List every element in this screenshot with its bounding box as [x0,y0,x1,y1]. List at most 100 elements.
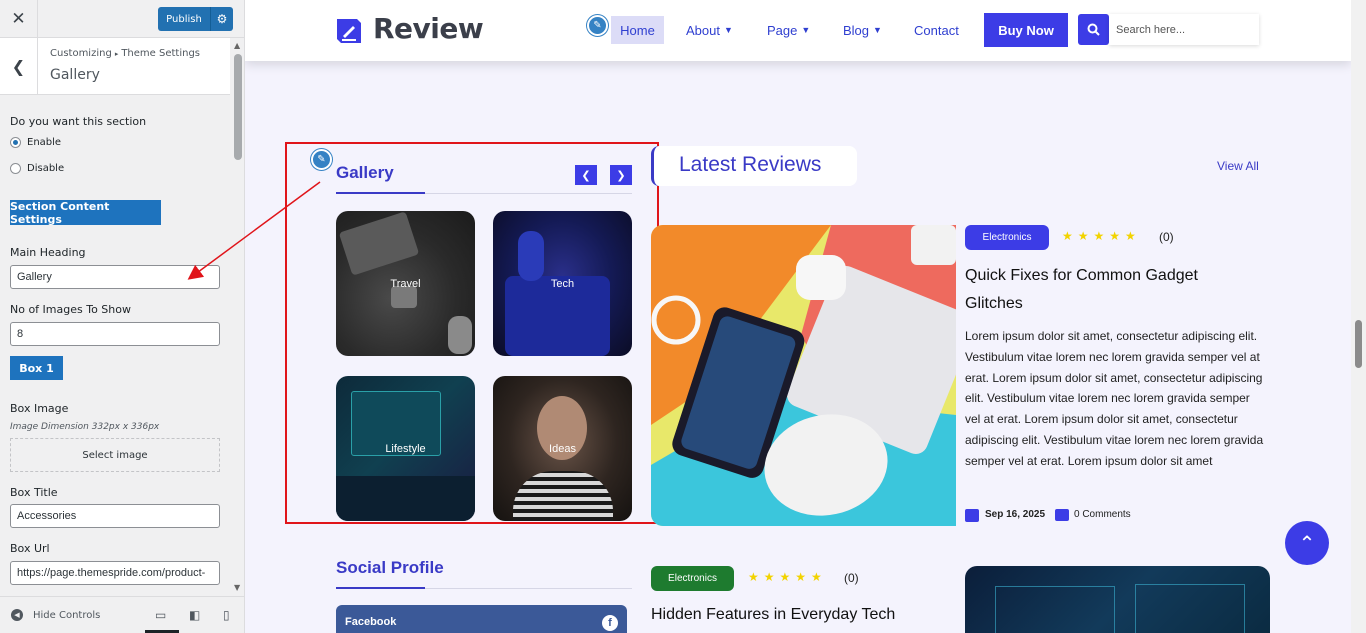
site-logo-text[interactable]: Review [373,12,484,45]
images-count-input[interactable]: 8 [10,322,220,346]
search-input[interactable]: Search here... [1109,14,1259,45]
gallery-prev-button[interactable]: ❮ [575,165,597,185]
star-rating-icon: ★★★★★ [1062,229,1141,243]
comment-icon [1055,509,1069,521]
nav-page[interactable]: Page ▼ [767,16,810,44]
main-heading-label: Main Heading [10,246,86,259]
image-dimension-hint: Image Dimension 332px x 336px [10,422,160,432]
chevron-down-icon: ▼ [723,25,733,35]
box-1-button[interactable]: Box 1 [10,356,63,380]
box-title-label: Box Title [10,486,58,499]
dashboard-panel-shape [995,586,1115,633]
facebook-label: Facebook [345,616,397,628]
scroll-up-icon[interactable]: ▲ [234,41,240,50]
chevron-down-icon: ▼ [801,25,811,35]
enable-radio[interactable]: Enable [10,137,61,148]
tablet-preview-icon[interactable]: ◧ [189,608,200,622]
nav-about[interactable]: About ▼ [686,16,733,44]
customizer-header: ✕ Publish ⚙ [0,0,244,38]
cup-shape [448,316,472,354]
breadcrumb-separator-icon: ▸ [114,50,119,58]
review-image-gadgets[interactable] [651,225,956,526]
panel-scrollbar[interactable]: ▲ ▼ [231,38,244,596]
section-title: Gallery [50,67,100,83]
tile-label: Lifestyle [385,442,426,455]
nav-page-label: Page [767,22,798,38]
scroll-down-icon[interactable]: ▼ [234,583,240,592]
hide-controls-icon[interactable]: ◀ [11,609,23,621]
latest-reviews-heading: Latest Reviews [679,153,822,176]
panel-scroll-thumb[interactable] [234,54,242,160]
radio-unchecked-icon[interactable] [10,163,21,174]
keyboard-shape [336,476,475,521]
mobile-preview-icon[interactable]: ▯ [223,608,230,622]
tile-label: Travel [390,277,421,290]
section-content-settings-button[interactable]: Section Content Settings [10,200,161,226]
review-date: Sep 16, 2025 [985,509,1046,520]
nav-blog[interactable]: Blog ▼ [843,16,882,44]
double-chevron-up-icon: ⌃ [1298,531,1316,555]
facebook-icon: f [602,615,618,631]
chevron-left-icon: ❮ [581,168,591,182]
hide-controls-button[interactable]: Hide Controls [33,610,100,621]
nav-home-label: Home [620,22,655,38]
gallery-tile-travel[interactable]: Travel [336,211,475,356]
desktop-preview-icon[interactable]: ▭ [155,608,166,622]
box-url-input[interactable]: https://page.themespride.com/product- [10,561,220,585]
box-image-label: Box Image [10,402,69,415]
publish-button[interactable]: Publish [158,7,210,31]
search-icon [1087,23,1100,36]
back-button[interactable]: ❮ [0,38,38,95]
breadcrumb-theme-settings: Theme Settings [121,48,201,59]
nav-contact-label: Contact [914,22,959,38]
section-header: ❮ Customizing ▸ Theme Settings Gallery [0,38,230,95]
gallery-tile-tech[interactable]: Tech [493,211,632,356]
gallery-edit-shortcut-pencil-icon[interactable]: ✎ [311,149,332,170]
tile-label: Tech [550,277,575,290]
close-customizer-button[interactable]: ✕ [0,0,38,38]
radio-checked-icon[interactable] [10,137,21,148]
enable-label: Enable [27,137,62,148]
social-divider-accent [336,587,425,589]
nav-blog-label: Blog [843,22,870,38]
review-title[interactable]: Quick Fixes for Common Gadget Glitches [965,262,1255,318]
review-image-dashboard[interactable] [965,566,1270,633]
logo-pencil-icon[interactable] [335,17,363,45]
earbud-shape [518,231,544,281]
site-preview: Review ✎ Home About ▼ Page ▼ Blog ▼ Contact… [245,0,1366,633]
select-image-button[interactable]: Select image [10,438,220,472]
nav-about-label: About [686,22,720,38]
social-facebook-link[interactable]: Facebook f [336,605,627,633]
customizer-footer: ◀ Hide Controls ▭ ◧ ▯ [0,596,244,633]
review-comments[interactable]: 0 Comments [1074,509,1131,520]
gadgets-illustration [651,225,956,526]
breadcrumb: Customizing ▸ Theme Settings [50,48,200,59]
category-badge[interactable]: Electronics [965,225,1049,250]
calendar-icon [965,509,979,522]
section-toggle-label: Do you want this section [10,115,147,128]
nav-home[interactable]: Home [611,16,664,44]
scroll-to-top-button[interactable]: ⌃ [1285,521,1329,565]
chevron-down-icon: ▼ [873,25,882,35]
laptop-shape [338,211,420,276]
edit-shortcut-pencil-icon[interactable]: ✎ [587,15,608,36]
gallery-next-button[interactable]: ❯ [610,165,632,185]
box-url-label: Box Url [10,542,50,555]
review-title[interactable]: Hidden Features in Everyday Tech [651,606,895,624]
category-badge[interactable]: Electronics [651,566,734,591]
buy-now-button[interactable]: Buy Now [984,13,1068,47]
main-heading-input[interactable]: Gallery [10,265,220,289]
gallery-tile-lifestyle[interactable]: Lifestyle [336,376,475,521]
site-header: Review ✎ Home About ▼ Page ▼ Blog ▼ Contact… [245,0,1351,61]
view-all-link[interactable]: View All [1217,159,1259,173]
nav-contact[interactable]: Contact [914,16,959,44]
search-button[interactable] [1078,14,1109,45]
breadcrumb-customizing: Customizing [50,48,112,59]
publish-settings-button[interactable]: ⚙ [210,7,233,31]
box-title-input[interactable]: Accessories [10,504,220,528]
disable-radio[interactable]: Disable [10,163,64,174]
gallery-tile-ideas[interactable]: Ideas [493,376,632,521]
preview-scrollbar[interactable] [1351,0,1366,633]
disable-label: Disable [27,163,65,174]
preview-scroll-thumb[interactable] [1355,320,1362,368]
